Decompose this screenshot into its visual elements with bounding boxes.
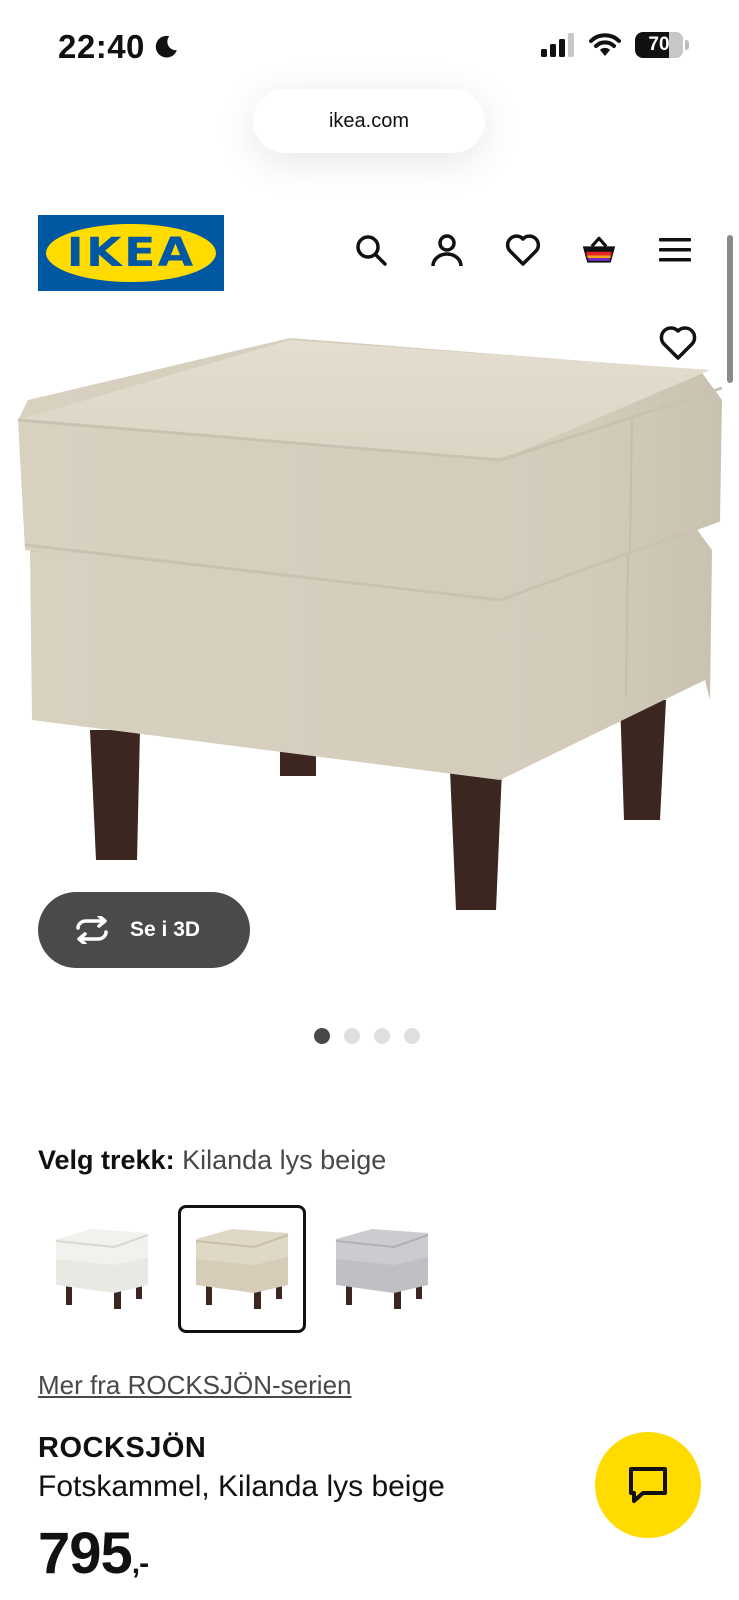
chat-button[interactable] <box>595 1432 701 1538</box>
series-link[interactable]: Mer fra ROCKSJÖN-serien <box>38 1370 352 1401</box>
carousel-indicator <box>314 1028 420 1044</box>
clock: 22:40 <box>58 28 145 65</box>
variant-selected-value: Kilanda lys beige <box>182 1145 387 1175</box>
status-time: 22:40 <box>58 28 179 66</box>
wifi-icon <box>589 33 621 56</box>
variant-label-title: Velg trekk: <box>38 1145 175 1175</box>
hamburger-menu-icon <box>659 238 691 262</box>
status-bar: 22:40 70 <box>0 0 739 90</box>
add-to-favourites-icon[interactable] <box>659 325 697 361</box>
cart-button[interactable] <box>581 232 617 268</box>
carousel-dot[interactable] <box>314 1028 330 1044</box>
price-suffix: ,- <box>131 1547 149 1580</box>
account-button[interactable] <box>429 232 465 268</box>
rotate-3d-icon <box>76 916 108 944</box>
shopping-basket-icon <box>582 236 616 263</box>
footstool-thumbnail <box>55 1229 149 1309</box>
battery-level: 70 <box>648 34 670 55</box>
search-icon <box>356 235 387 266</box>
see-in-3d-label: Se i 3D <box>130 918 201 941</box>
menu-button[interactable] <box>657 232 693 268</box>
search-button[interactable] <box>353 232 389 268</box>
chat-bubble-icon <box>629 1467 667 1503</box>
product-description: Fotskammel, Kilanda lys beige <box>38 1470 445 1503</box>
product-name: ROCKSJÖN <box>38 1432 207 1464</box>
status-indicators: 70 <box>541 32 689 58</box>
footstool-thumbnail <box>335 1229 429 1309</box>
carousel-dot[interactable] <box>344 1028 360 1044</box>
variant-swatches <box>38 1205 446 1333</box>
favourites-button[interactable] <box>505 232 541 268</box>
variant-swatch-white[interactable] <box>38 1205 166 1333</box>
logo-text: IKEA <box>66 230 196 276</box>
heart-icon <box>505 234 541 266</box>
product-price: 795,- <box>38 1520 149 1587</box>
carousel-dot[interactable] <box>404 1028 420 1044</box>
price-value: 795 <box>38 1521 133 1586</box>
carousel-dot[interactable] <box>374 1028 390 1044</box>
battery-indicator: 70 <box>635 32 689 58</box>
footstool-thumbnail <box>195 1229 289 1309</box>
url-text: ikea.com <box>328 109 410 132</box>
see-in-3d-button[interactable]: Se i 3D <box>38 892 250 968</box>
ikea-logo[interactable]: IKEA <box>38 215 224 291</box>
signal-icon <box>541 33 574 57</box>
variant-label: Velg trekk: Kilanda lys beige <box>38 1145 386 1176</box>
variant-swatch-beige[interactable] <box>178 1205 306 1333</box>
header-actions <box>353 232 693 268</box>
user-icon <box>431 234 463 267</box>
logo-oval: IKEA <box>46 224 216 282</box>
moon-icon <box>155 35 177 58</box>
variant-swatch-grey[interactable] <box>318 1205 446 1333</box>
address-bar[interactable]: ikea.com <box>253 89 485 153</box>
